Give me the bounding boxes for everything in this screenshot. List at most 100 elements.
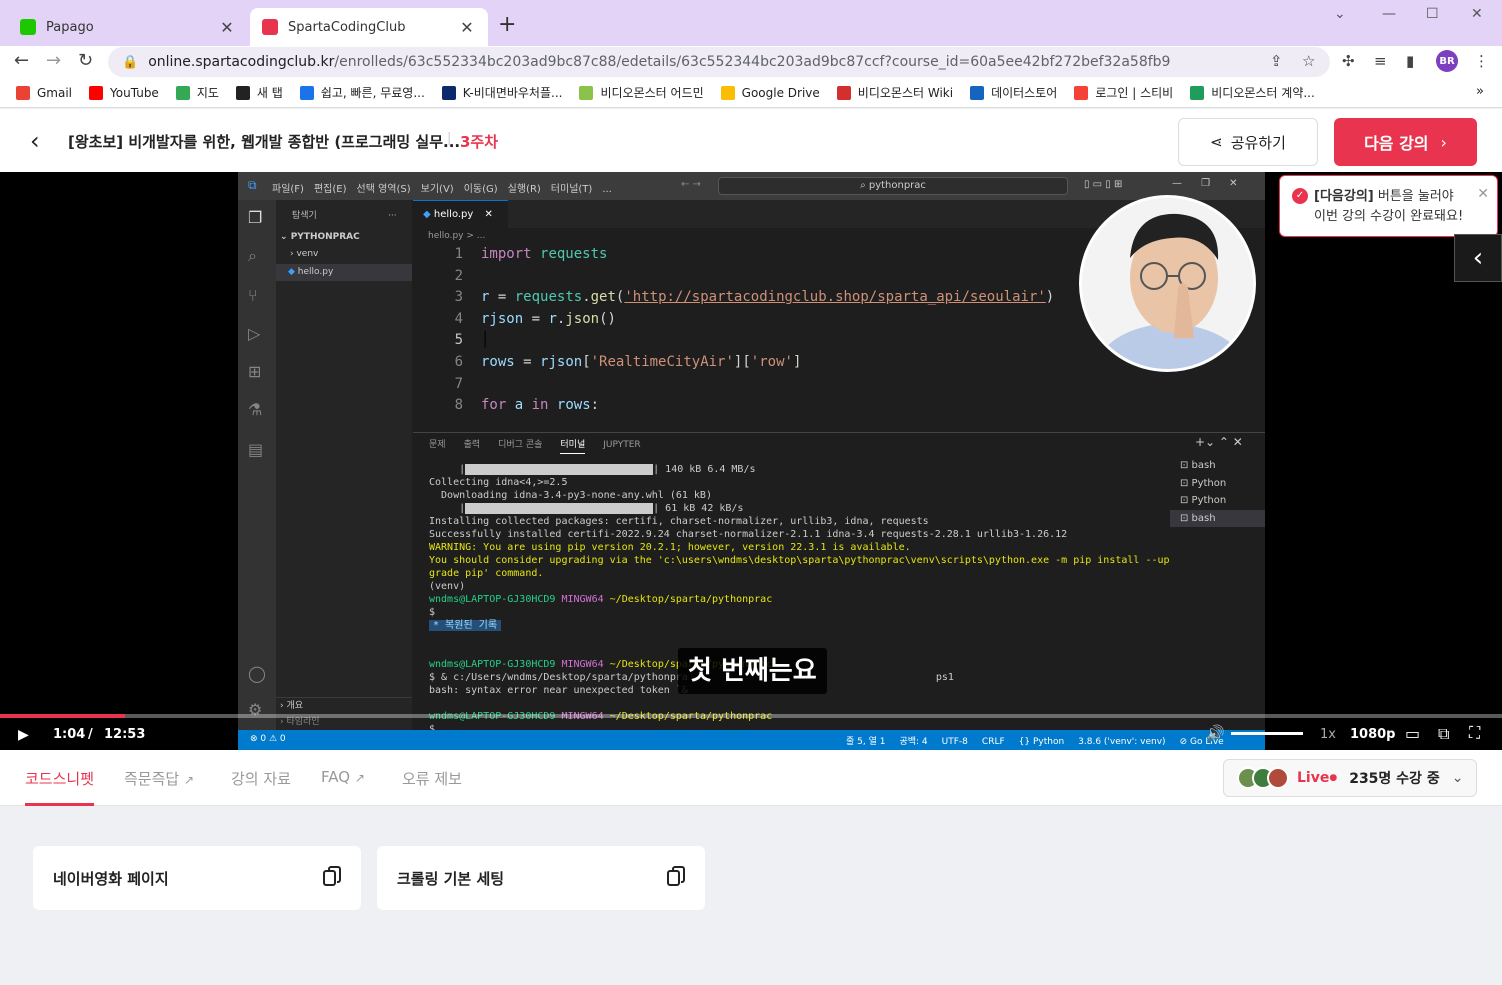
browser-tab-spartacodingclub[interactable]: SpartaCodingClub ✕ [250, 8, 488, 46]
back-chevron-icon[interactable]: ‹ [30, 127, 40, 155]
collapse-chevron-left-icon[interactable]: ‹ [1454, 234, 1502, 282]
bookmark-label: 지도 [196, 86, 219, 100]
bookmark-star-icon[interactable]: ☆ [1302, 52, 1315, 70]
tab-qna[interactable]: 즉문즉답 ↗ [124, 768, 194, 789]
volume-slider[interactable] [1231, 732, 1303, 735]
tab-search-chevron-icon[interactable]: ⌄ [1334, 6, 1346, 22]
bookmark-item[interactable]: 쉽고, 빠른, 무료영... [299, 84, 425, 101]
terminal-line: bash: syntax error near unexpected token… [429, 684, 688, 697]
address-bar[interactable]: 🔒 online.spartacodingclub.kr/enrolleds/6… [108, 47, 1330, 77]
window-close-icon[interactable]: ✕ [1471, 6, 1483, 22]
browser-toolbar: ← → ↻ 🔒 online.spartacodingclub.kr/enrol… [0, 46, 1502, 78]
bookmarks-bar: Gmail YouTube 지도 새 탭 쉽고, 빠른, 무료영... K-비대면바우처플… [0, 78, 1502, 108]
snippet-card[interactable]: 크롤링 기본 세팅 [377, 846, 705, 910]
minimize-icon[interactable]: — [1382, 6, 1396, 22]
back-arrow-icon[interactable]: ← [14, 50, 29, 71]
vscode-menu-item: 터미널(T) [550, 184, 593, 195]
bookmark-item[interactable]: 데이터스토어 [970, 84, 1057, 101]
bookmark-label: 비디오몬스터 어드민 [600, 86, 704, 100]
media-queue-icon[interactable]: ≡ [1374, 52, 1387, 70]
video-progress-bar[interactable] [0, 714, 1502, 718]
vscode-window-controls-icon: — ❐ ✕ [1172, 178, 1238, 189]
tab-close-icon[interactable]: ✕ [458, 18, 476, 37]
forward-arrow-icon[interactable]: → [46, 50, 61, 71]
code-line: 8 for a in rows: [413, 397, 600, 418]
bookmark-favicon-icon [579, 85, 594, 100]
tab-title: Papago [46, 19, 94, 35]
bookmark-favicon-icon [970, 85, 985, 100]
bookmarks-overflow-icon[interactable]: » [1476, 84, 1484, 99]
tab-close-icon[interactable]: ✕ [218, 18, 236, 37]
chrome-menu-kebab-icon[interactable]: ⋮ [1474, 52, 1489, 70]
bookmark-favicon-icon [16, 85, 30, 100]
bookmark-item[interactable]: K-비대면바우처플... [441, 84, 562, 101]
bookmark-item[interactable]: 비디오몬스터 Wiki [836, 84, 953, 101]
line-number: 3 [454, 289, 463, 306]
bookmark-label: 데이터스토어 [991, 86, 1058, 100]
volume-icon[interactable]: 🔊 [1206, 724, 1225, 742]
bookmark-item[interactable]: Gmail [16, 85, 72, 100]
vscode-menubar: 파일(F) 편집(E) 선택 영역(S) 보기(V) 이동(G) 실행(R) 터미널(T).… [272, 180, 622, 195]
vscode-terminal-panel: 문제 출력 디버그 콘솔 터미널 JUPYTER +⌄ ⌃ ✕ | | 140 kB 6.… [413, 432, 1265, 735]
term-text: Successfully installed certifi-2022.9.24… [429, 529, 1068, 540]
tab-qna-label: 즉문즉답 [124, 770, 180, 788]
copy-icon[interactable] [667, 866, 685, 886]
tab-code-snippet[interactable]: 코드스니펫 [25, 768, 94, 789]
term-text: ps1 [935, 672, 954, 683]
profile-avatar[interactable]: BR [1436, 50, 1458, 72]
maximize-icon[interactable]: ☐ [1426, 6, 1439, 22]
extensions-puzzle-icon[interactable]: ✣ [1342, 52, 1355, 70]
browser-tab-papago[interactable]: Papago ✕ [8, 8, 248, 46]
play-icon[interactable]: ▶ [18, 727, 29, 743]
run-debug-icon: ▷ [248, 324, 261, 343]
panel-tab: JUPYTER [603, 440, 641, 450]
folder-name: PYTHONPRAC [290, 232, 360, 242]
bookmark-item[interactable]: 비디오몬스터 어드민 [579, 84, 704, 101]
bookmark-label: YouTube [110, 85, 159, 100]
tree-label: venv [296, 249, 319, 259]
panel-tab: 터미널 [560, 440, 586, 454]
snippet-card[interactable]: 네이버영화 페이지 [33, 846, 361, 910]
bookmark-item[interactable]: 지도 [175, 84, 219, 101]
vscode-menu-item: 선택 영역(S) [356, 184, 411, 195]
course-title: [왕초보] 비개발자를 위한, 웹개발 종합반 (프로그래밍 실무... [68, 133, 461, 151]
terminal-line: | | 140 kB 6.4 MB/s [429, 463, 756, 475]
bookmark-item[interactable]: 새 탭 [235, 84, 283, 101]
outline-label: 개요 [286, 701, 304, 711]
fullscreen-icon[interactable]: ⛶ [1469, 723, 1480, 743]
bookmark-favicon-icon [175, 85, 190, 100]
tab-faq[interactable]: FAQ ↗ [321, 768, 365, 786]
share-button[interactable]: ⋖ 공유하기 [1178, 118, 1318, 166]
video-player[interactable]: ⧉ 파일(F) 편집(E) 선택 영역(S) 보기(V) 이동(G) 실행(R) 터미널(T… [0, 172, 1502, 750]
live-dot-icon: ● [1329, 773, 1338, 783]
side-panel-icon[interactable]: ▮ [1406, 52, 1414, 70]
bookmark-item[interactable]: YouTube [89, 85, 159, 100]
terminal-line: (venv) [429, 580, 465, 593]
bookmark-label: 새 탭 [256, 86, 283, 100]
copy-icon[interactable] [323, 866, 341, 886]
terminal-list-item: ⊡ Python [1180, 477, 1227, 489]
new-tab-plus-icon[interactable]: + [498, 12, 516, 37]
explorer-more-icon: ··· [388, 211, 397, 221]
bookmark-item[interactable]: Google Drive [720, 85, 820, 100]
term-text: 140 kB 6.4 MB/s [665, 464, 756, 475]
tab-error-report[interactable]: 오류 제보 [402, 768, 462, 789]
playback-speed[interactable]: 1x [1320, 727, 1336, 742]
duration: 12:53 [104, 727, 146, 742]
share-page-icon[interactable]: ⇪ [1270, 52, 1283, 70]
captions-icon[interactable]: ▭ [1405, 724, 1420, 743]
next-lecture-button[interactable]: 다음 강의 › [1334, 118, 1477, 166]
tab-lecture-materials[interactable]: 강의 자료 [231, 768, 291, 789]
live-viewers-dropdown[interactable]: Live ● 235명 수강 중 ⌄ [1223, 759, 1477, 797]
bookmark-favicon-icon [235, 85, 250, 100]
bookmark-favicon-icon [836, 85, 851, 100]
reload-icon[interactable]: ↻ [78, 50, 93, 71]
quality-setting[interactable]: 1080p [1350, 727, 1396, 742]
editor-tab-label: hello.py [433, 209, 474, 220]
bookmark-item[interactable]: 비디오몬스터 계약... [1190, 84, 1315, 101]
bookmark-item[interactable]: 로그인 | 스티비 [1074, 84, 1173, 101]
code-text: for a in rows: [481, 397, 600, 414]
tooltip-close-icon[interactable]: ✕ [1477, 184, 1489, 204]
picture-in-picture-icon[interactable]: ⧉ [1438, 724, 1449, 744]
term-text: $ & c:/Users/wndms/Desktop/sparta/python… [429, 672, 688, 683]
